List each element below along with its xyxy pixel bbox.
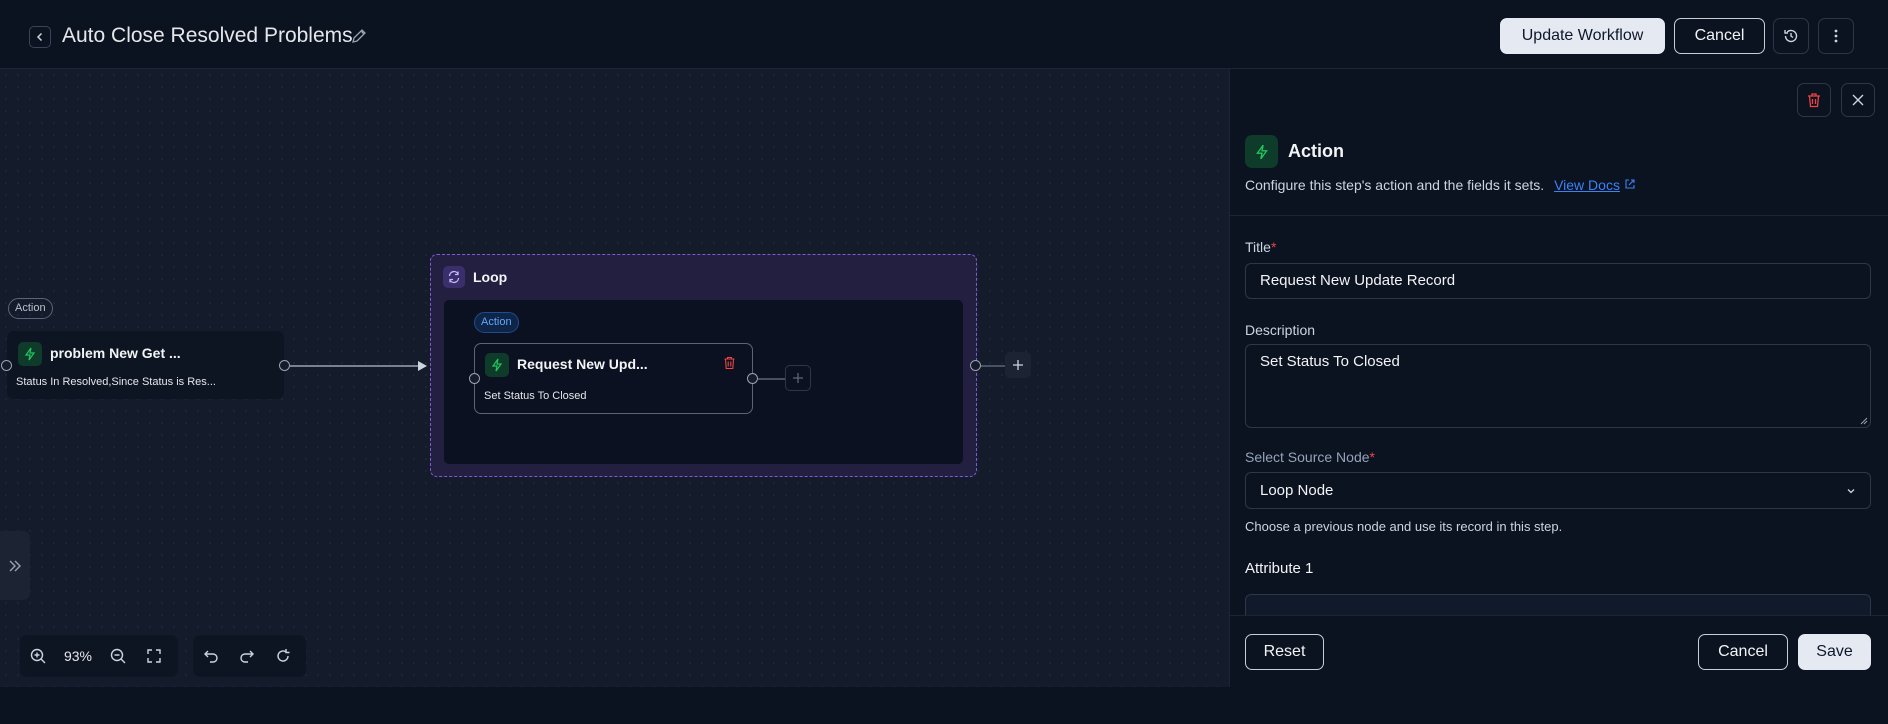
step-config-panel: Action Configure this step's action and … [1229, 69, 1888, 687]
node-subtitle: Status In Resolved,Since Status is Res..… [16, 376, 216, 388]
delete-step-button[interactable] [1797, 83, 1831, 117]
history-icon [1784, 29, 1798, 43]
history-toolbar [193, 635, 306, 677]
view-docs-label: View Docs [1554, 177, 1620, 193]
bolt-icon [18, 342, 42, 366]
history-button[interactable] [1773, 18, 1809, 54]
description-textarea[interactable]: Set Status To Closed [1245, 344, 1871, 428]
bottom-bar [0, 687, 1888, 724]
cancel-button[interactable]: Cancel [1674, 18, 1765, 54]
add-step-button[interactable] [1005, 352, 1031, 378]
source-node-value: Loop Node [1260, 482, 1334, 499]
panel-description: Configure this step's action and the fie… [1245, 177, 1636, 193]
zoom-out-icon [110, 648, 126, 664]
node-title: problem New Get ... [50, 345, 181, 361]
plus-icon [793, 373, 803, 383]
panel-heading: Action [1288, 141, 1344, 161]
bolt-icon [1245, 135, 1278, 168]
description-value: Set Status To Closed [1260, 353, 1400, 370]
chevron-left-icon [36, 32, 43, 42]
refresh-button[interactable] [265, 635, 301, 677]
required-marker: * [1270, 239, 1277, 255]
connector-line [758, 378, 786, 380]
output-port[interactable] [279, 360, 290, 371]
reset-button[interactable]: Reset [1245, 634, 1324, 670]
update-workflow-button[interactable]: Update Workflow [1500, 18, 1665, 54]
node-type-badge: Action [474, 312, 519, 333]
title-label-text: Title [1245, 239, 1271, 255]
workflow-canvas[interactable]: Action problem New Get ... Status In Res… [0, 69, 1229, 687]
source-node-hint: Choose a previous node and use its recor… [1245, 519, 1563, 534]
chevron-down-icon [1847, 489, 1855, 494]
title-label: Title* [1245, 239, 1276, 255]
close-icon [1852, 94, 1864, 106]
fullscreen-icon [147, 649, 161, 663]
fit-view-button[interactable] [136, 635, 172, 677]
connector-arrow [290, 361, 427, 371]
save-button[interactable]: Save [1798, 634, 1871, 670]
node-title: Request New Upd... [517, 356, 648, 372]
source-label-text: Select Source Node [1245, 449, 1370, 465]
workflow-title: Auto Close Resolved Problems [62, 24, 353, 47]
inner-action-node[interactable]: Request New Upd... Set Status To Closed [474, 343, 753, 414]
source-node-select[interactable]: Loop Node [1245, 472, 1871, 509]
node-type-badge: Action [8, 298, 53, 319]
more-vertical-icon [1834, 29, 1838, 43]
bolt-icon [485, 353, 509, 377]
attribute-heading: Attribute 1 [1245, 560, 1314, 577]
loop-label: Loop [473, 269, 508, 285]
input-port[interactable] [1, 360, 12, 371]
pencil-icon[interactable] [350, 27, 368, 45]
output-port[interactable] [747, 373, 758, 384]
node-subtitle: Set Status To Closed [484, 390, 587, 402]
source-node-label: Select Source Node* [1245, 449, 1375, 465]
loop-icon [443, 266, 465, 288]
back-button[interactable] [29, 26, 51, 48]
double-chevron-right-icon [9, 560, 21, 571]
plus-icon [1013, 360, 1023, 370]
source-action-node[interactable]: problem New Get ... Status In Resolved,S… [7, 331, 284, 399]
trash-icon[interactable] [723, 356, 736, 375]
panel-footer: Reset Cancel Save [1230, 615, 1888, 687]
zoom-level: 93% [63, 648, 93, 664]
undo-icon [204, 650, 218, 663]
external-link-icon [1625, 179, 1635, 189]
sidebar-toggle[interactable] [0, 531, 30, 600]
zoom-in-button[interactable] [20, 635, 56, 677]
divider [1230, 215, 1888, 216]
description-text: Configure this step's action and the fie… [1245, 177, 1545, 193]
loop-output-port[interactable] [970, 360, 981, 371]
redo-button[interactable] [229, 635, 265, 677]
trash-icon [1808, 93, 1820, 108]
resize-handle-icon[interactable] [1858, 415, 1868, 425]
undo-button[interactable] [193, 635, 229, 677]
connector-line [981, 365, 1005, 367]
input-port[interactable] [469, 373, 480, 384]
panel-cancel-button[interactable]: Cancel [1698, 634, 1788, 670]
zoom-out-button[interactable] [100, 635, 136, 677]
view-docs-link[interactable]: View Docs [1554, 177, 1636, 193]
redo-icon [240, 650, 254, 663]
workflow-editor: Auto Close Resolved Problems Update Work… [0, 0, 1888, 724]
header: Auto Close Resolved Problems Update Work… [0, 0, 1888, 69]
attribute-field[interactable] [1245, 594, 1871, 615]
close-panel-button[interactable] [1841, 83, 1875, 117]
more-button[interactable] [1818, 18, 1854, 54]
refresh-icon [277, 649, 290, 662]
zoom-in-icon [30, 648, 46, 664]
required-marker: * [1369, 449, 1375, 465]
title-input[interactable]: Request New Update Record [1245, 263, 1871, 299]
add-step-button[interactable] [785, 365, 811, 391]
zoom-toolbar: 93% [20, 635, 178, 677]
description-label: Description [1245, 322, 1316, 338]
